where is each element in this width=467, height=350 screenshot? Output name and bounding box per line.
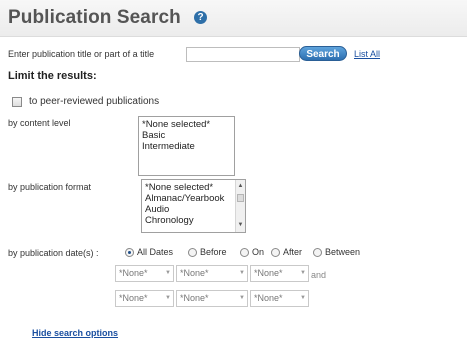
limit-results-heading: Limit the results:: [8, 70, 97, 82]
list-option[interactable]: Basic: [142, 130, 231, 141]
date1-day-select[interactable]: *None* ▼: [176, 265, 248, 282]
hide-search-options-link[interactable]: Hide search options: [32, 328, 118, 338]
radio-before-label: Before: [200, 247, 227, 257]
radio-all-dates[interactable]: [125, 248, 134, 257]
list-all-link[interactable]: List All: [354, 49, 380, 59]
radio-before[interactable]: [188, 248, 197, 257]
list-option[interactable]: Almanac/Yearbook: [145, 193, 233, 204]
search-button[interactable]: Search: [299, 46, 347, 61]
chevron-down-icon: ▼: [300, 270, 306, 276]
select-value: *None*: [254, 293, 283, 303]
title-search-input[interactable]: [186, 47, 300, 62]
publication-format-label: by publication format: [8, 182, 92, 192]
list-option[interactable]: *None selected*: [145, 182, 233, 193]
publication-format-listbox[interactable]: *None selected* Almanac/Yearbook Audio C…: [141, 179, 246, 233]
select-value: *None*: [119, 268, 148, 278]
radio-between[interactable]: [313, 248, 322, 257]
publication-dates-label: by publication date(s) :: [8, 248, 99, 258]
chevron-down-icon: ▼: [300, 295, 306, 301]
radio-on[interactable]: [240, 248, 249, 257]
radio-on-label: On: [252, 247, 265, 257]
peer-reviewed-label: to peer-reviewed publications: [29, 96, 160, 107]
chevron-down-icon: ▼: [239, 295, 245, 301]
peer-reviewed-checkbox[interactable]: [12, 97, 22, 107]
list-option[interactable]: *None selected*: [142, 119, 231, 130]
list-option[interactable]: Audio: [145, 204, 233, 215]
date2-day-select[interactable]: *None* ▼: [176, 290, 248, 307]
date2-month-select[interactable]: *None* ▼: [115, 290, 174, 307]
chevron-down-icon: ▼: [165, 295, 171, 301]
date1-year-select[interactable]: *None* ▼: [250, 265, 309, 282]
select-value: *None*: [254, 268, 283, 278]
chevron-down-icon: ▼: [239, 270, 245, 276]
scroll-down-arrow-icon[interactable]: ▼: [236, 220, 245, 231]
date2-year-select[interactable]: *None* ▼: [250, 290, 309, 307]
select-value: *None*: [180, 268, 209, 278]
radio-between-label: Between: [325, 247, 361, 257]
title-search-label: Enter publication title or part of a tit…: [8, 49, 155, 59]
list-option[interactable]: Intermediate: [142, 141, 231, 152]
content-level-listbox[interactable]: *None selected* Basic Intermediate: [138, 116, 235, 176]
scroll-up-arrow-icon[interactable]: ▲: [236, 181, 245, 192]
listbox-scrollbar[interactable]: ▲ ▼: [235, 180, 245, 232]
content-level-label: by content level: [8, 118, 71, 128]
date1-month-select[interactable]: *None* ▼: [115, 265, 174, 282]
select-value: *None*: [180, 293, 209, 303]
scroll-thumb[interactable]: [237, 194, 244, 202]
page-title: Publication Search: [8, 7, 181, 28]
list-option[interactable]: Chronology: [145, 215, 233, 226]
radio-after[interactable]: [271, 248, 280, 257]
select-value: *None*: [119, 293, 148, 303]
and-label: and: [311, 270, 327, 280]
radio-all-dates-label: All Dates: [137, 247, 174, 257]
chevron-down-icon: ▼: [165, 270, 171, 276]
radio-after-label: After: [283, 247, 303, 257]
question-mark-icon[interactable]: ?: [194, 11, 207, 24]
